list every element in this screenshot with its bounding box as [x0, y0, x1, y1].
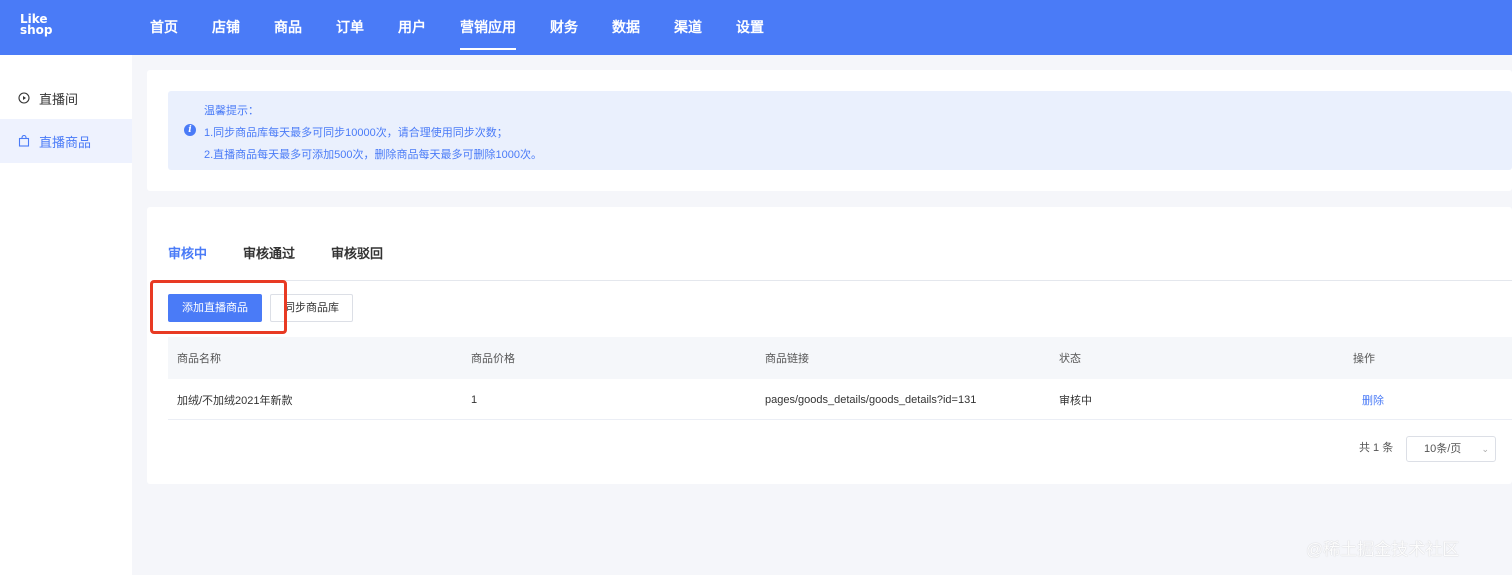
nav-item-orders[interactable]: 订单 — [336, 0, 364, 55]
nav-item-home[interactable]: 首页 — [150, 0, 178, 55]
nav-item-users[interactable]: 用户 — [398, 0, 426, 55]
page-size-value: 10条/页 — [1424, 443, 1462, 455]
status-tabs: 审核中 审核通过 审核驳回 — [168, 236, 419, 280]
sidebar: 直播间 直播商品 — [0, 55, 132, 575]
col-actions: 操作 — [1353, 353, 1375, 365]
nav-item-settings[interactable]: 设置 — [736, 0, 764, 55]
sidebar-item-live-room[interactable]: 直播间 — [0, 76, 132, 120]
col-goods-price: 商品价格 — [471, 353, 515, 365]
total-count: 共 1 条 — [1359, 442, 1394, 454]
add-live-goods-button[interactable]: 添加直播商品 — [168, 294, 262, 322]
info-icon: i — [184, 124, 196, 136]
sync-goods-library-button[interactable]: 同步商品库 — [270, 294, 353, 322]
tab-divider — [168, 280, 1512, 281]
notice-line-1: 1.同步商品库每天最多可同步10000次，请合理使用同步次数； — [204, 127, 508, 139]
nav-item-marketing[interactable]: 营销应用 — [460, 0, 516, 55]
notice-title: 温馨提示： — [204, 105, 259, 117]
play-circle-icon — [18, 92, 30, 104]
watermark: @稀土掘金技术社区 — [1306, 540, 1460, 559]
nav-item-goods[interactable]: 商品 — [274, 0, 302, 55]
table-header: 商品名称 商品价格 商品链接 状态 操作 — [168, 337, 1512, 379]
likeshop-logo[interactable]: Like shop — [20, 13, 53, 36]
nav-item-shop[interactable]: 店铺 — [212, 0, 240, 55]
chevron-down-icon: ⌄ — [1481, 444, 1489, 454]
tab-rejected[interactable]: 审核驳回 — [331, 236, 383, 280]
page-size-select[interactable]: 10条/页 ⌄ — [1406, 436, 1496, 462]
shopping-bag-icon — [18, 135, 30, 147]
tab-reviewing[interactable]: 审核中 — [168, 236, 207, 280]
tab-approved[interactable]: 审核通过 — [243, 236, 295, 280]
col-goods-name: 商品名称 — [177, 353, 221, 365]
delete-link[interactable]: 删除 — [1362, 380, 1384, 419]
goods-name-cell: 加绒/不加绒2021年新款 — [177, 394, 293, 407]
status-cell: 审核中 — [1059, 394, 1092, 407]
goods-link-cell: pages/goods_details/goods_details?id=131 — [765, 393, 977, 406]
sidebar-item-label: 直播商品 — [39, 134, 92, 150]
notice-alert: i 温馨提示： 1.同步商品库每天最多可同步10000次，请合理使用同步次数； … — [168, 91, 1512, 170]
notice-line-2: 2.直播商品每天最多可添加500次，删除商品每天最多可删除1000次。 — [204, 149, 542, 161]
nav-item-data[interactable]: 数据 — [612, 0, 640, 55]
sidebar-item-live-goods[interactable]: 直播商品 — [0, 119, 132, 163]
col-goods-link: 商品链接 — [765, 353, 809, 365]
sidebar-item-label: 直播间 — [39, 91, 79, 107]
main-nav: 首页 店铺 商品 订单 用户 营销应用 财务 数据 渠道 设置 — [150, 0, 798, 55]
table-row: 加绒/不加绒2021年新款 1 pages/goods_details/good… — [168, 380, 1512, 420]
goods-price-cell: 1 — [471, 393, 478, 406]
nav-item-finance[interactable]: 财务 — [550, 0, 578, 55]
nav-item-channels[interactable]: 渠道 — [674, 0, 702, 55]
top-navbar: Like shop 首页 店铺 商品 订单 用户 营销应用 财务 数据 渠道 设… — [0, 0, 1512, 55]
col-status: 状态 — [1059, 353, 1081, 365]
